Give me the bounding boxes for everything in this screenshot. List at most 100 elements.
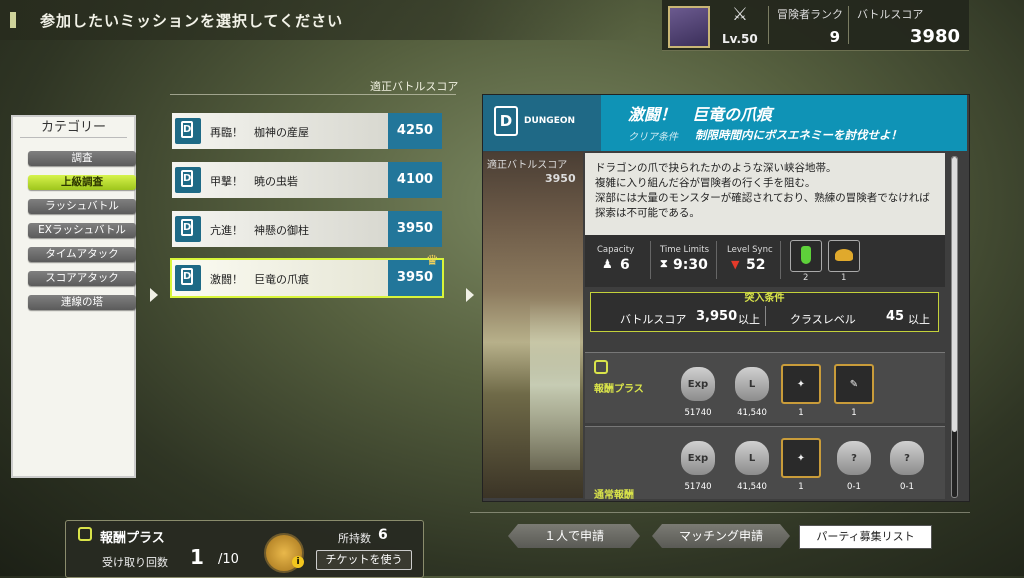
potion-icon[interactable] (790, 240, 822, 272)
mission-type-label: DUNGEON (524, 116, 576, 126)
potion-shape (801, 246, 811, 264)
reward-count: 1 (798, 408, 804, 418)
exp-bag-icon[interactable]: Exp (678, 438, 718, 478)
money-bag-icon[interactable]: L (732, 438, 772, 478)
tank-item-icon[interactable]: ✦ (781, 364, 821, 404)
reward-bonus-label: 報酬プラス (100, 531, 165, 546)
crown-icon: ♛ (426, 253, 439, 269)
syringe-item-icon[interactable]: ✎ (834, 364, 874, 404)
reward-count: 1 (798, 482, 804, 492)
divider (470, 512, 970, 513)
divider (848, 6, 849, 44)
clear-condition-label: クリア条件 (628, 132, 678, 143)
people-icon: ♟ (602, 257, 613, 271)
reward-count: 51740 (684, 408, 712, 418)
dungeon-icon: D (175, 118, 201, 144)
divider (650, 241, 651, 279)
lamp-icon[interactable] (828, 240, 860, 272)
item-count: 2 (803, 273, 809, 283)
time-limit-label: Time Limits (660, 245, 710, 255)
entry-requirements-title: 突入条件 (744, 293, 785, 304)
category-item-time-attack[interactable]: タイムアタック (28, 247, 136, 262)
divider (780, 241, 781, 279)
down-arrow-icon: ▼ (731, 258, 740, 271)
mission-name: 再臨！ 枷神の産屋 (210, 126, 309, 139)
exp-bag-icon[interactable]: Exp (678, 364, 718, 404)
req-score-value: 3,950 (696, 309, 738, 324)
category-item-score-attack[interactable]: スコアアタック (28, 271, 136, 286)
rank-label: 冒険者ランク (777, 8, 843, 21)
description-line: 複雑に入り組んだ谷が冒険者の行く手を阻む。 (595, 177, 816, 189)
info-icon[interactable]: i (292, 556, 304, 568)
money-bag-icon[interactable]: L (732, 364, 772, 404)
lamp-shape (835, 249, 853, 261)
description-line: ドラゴンの爪で抉られたかのような深い峡谷地帯。 (595, 162, 837, 174)
time-limit-value: 9:30 (673, 257, 708, 273)
scene-score-label: 適正バトルスコア (487, 160, 568, 171)
owned-count-label: 所持数 (338, 532, 371, 545)
level-sync-label: Level Sync (727, 245, 773, 255)
clear-condition-text: 制限時間内にボスエネミーを討伐せよ！ (695, 128, 902, 142)
description-line: 探索は不可能である。 (595, 207, 700, 219)
category-item-ex-rush-battle[interactable]: EXラッシュバトル (28, 223, 136, 238)
capacity-label: Capacity (597, 245, 635, 255)
player-level: Lv.50 (722, 32, 758, 46)
mission-row[interactable]: D 再臨！ 枷神の産屋 4250 (172, 113, 442, 149)
reward-plus-icon (78, 527, 92, 541)
rank-value: 9 (829, 28, 840, 46)
mystery-bag-icon[interactable]: ? (834, 438, 874, 478)
reward-count: 51740 (684, 482, 712, 492)
category-title: カテゴリー (40, 120, 106, 135)
use-ticket-button[interactable]: チケットを使う (316, 550, 412, 570)
header-marker (10, 12, 16, 28)
mission-name: 甲撃！ 暁の虫砦 (210, 175, 298, 188)
category-item-tower[interactable]: 連線の塔 (28, 295, 136, 310)
reward-plus-label: 報酬プラス (594, 384, 644, 395)
emblem-icon: ⚔ (731, 4, 749, 25)
tank-item-icon[interactable]: ✦ (781, 438, 821, 478)
mystery-bag-icon[interactable]: ? (887, 438, 927, 478)
divider (170, 94, 456, 95)
dungeon-icon: D (175, 216, 201, 242)
dungeon-icon: D (175, 265, 201, 291)
mission-score: 4100 (388, 162, 442, 198)
mission-title: 激闘！ 巨竜の爪痕 (628, 105, 773, 124)
item-count: 1 (841, 273, 847, 283)
battle-score-label: バトルスコア (857, 8, 924, 21)
category-item-survey[interactable]: 調査 (28, 151, 136, 166)
waterfall-decoration (530, 300, 580, 470)
category-item-rush-battle[interactable]: ラッシュバトル (28, 199, 136, 214)
party-recruit-list-button[interactable]: パーティ募集リスト (799, 525, 932, 549)
req-score-label: バトルスコア (620, 313, 687, 326)
divider (716, 241, 717, 279)
arrow-right-icon (150, 288, 158, 302)
scrollbar-thumb[interactable] (952, 157, 957, 432)
req-class-value: 45 (886, 309, 905, 324)
reward-count: 41,540 (737, 408, 767, 418)
solo-apply-button[interactable]: １人で申請 (508, 524, 640, 548)
description-text: ドラゴンの爪で抉られたかのような深い峡谷地帯。 複雑に入り組んだ谷が冒険者の行く… (595, 161, 940, 221)
category-item-advanced-survey[interactable]: 上級調査 (28, 175, 136, 190)
reward-count: 1 (851, 408, 857, 418)
list-header: 適正バトルスコア (370, 80, 459, 93)
req-class-unit: 以上 (908, 313, 930, 326)
receive-count-max: /10 (218, 552, 239, 567)
reward-count: 0-1 (847, 482, 861, 492)
mission-name: 亢進！ 神懸の御柱 (210, 224, 309, 237)
avatar[interactable] (668, 6, 710, 48)
divider (765, 306, 766, 326)
capacity-value: 6 (620, 257, 630, 273)
receive-count-value: 1 (190, 545, 204, 569)
reward-normal-label: 通常報酬 (594, 490, 634, 501)
mission-score: 3950 (388, 211, 442, 247)
battle-score-value: 3980 (909, 26, 960, 47)
reward-plus-icon (594, 360, 608, 374)
mission-row-selected[interactable]: D 激闘！ 巨竜の爪痕 3950 (170, 258, 444, 298)
divider (20, 137, 127, 138)
mission-row[interactable]: D 甲撃！ 暁の虫砦 4100 (172, 162, 442, 198)
matching-apply-button[interactable]: マッチング申請 (652, 524, 790, 548)
mission-row[interactable]: D 亢進！ 神懸の御柱 3950 (172, 211, 442, 247)
page-title: 参加したいミッションを選択してください (40, 12, 344, 30)
dungeon-icon: D (494, 106, 518, 136)
dungeon-icon: D (175, 167, 201, 193)
